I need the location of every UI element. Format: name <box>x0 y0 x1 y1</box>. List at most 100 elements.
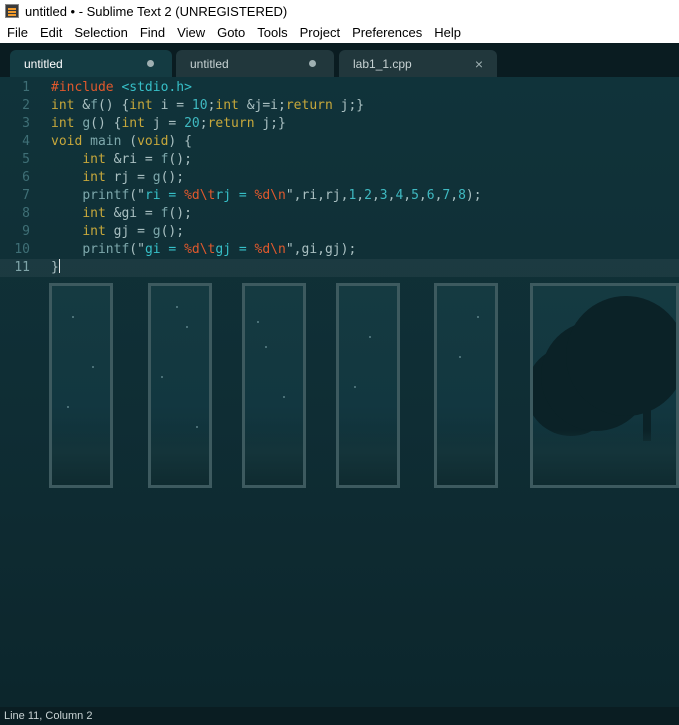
code-token: 5 <box>411 188 419 203</box>
code-line[interactable]: } <box>51 259 60 277</box>
menu-bar: File Edit Selection Find View Goto Tools… <box>0 22 679 43</box>
code-token: main <box>90 134 122 149</box>
close-icon[interactable]: × <box>475 56 483 72</box>
editor-area[interactable]: 1 2 3 4 5 6 7 8 9 10 11 #include <stdio.h> int &f()… <box>0 77 679 707</box>
code-token: rj = <box>105 170 153 185</box>
modified-dot-icon[interactable] <box>309 60 316 67</box>
code-token: printf <box>82 242 130 257</box>
tab-untitled-2[interactable]: untitled <box>176 50 334 77</box>
code-token: &gi = <box>105 206 161 221</box>
tree-icon <box>566 296 676 416</box>
code-token: ri = <box>144 188 185 203</box>
status-bar: Line 11, Column 2 <box>0 707 679 725</box>
title-bar: untitled • - Sublime Text 2 (UNREGISTERE… <box>0 0 679 22</box>
wallpaper-panel <box>49 283 113 488</box>
code-token: gi = <box>144 242 185 257</box>
menu-tools[interactable]: Tools <box>251 22 293 43</box>
wallpaper-panel <box>434 283 498 488</box>
code-token: return <box>285 98 333 113</box>
code-token: 8 <box>458 188 466 203</box>
line-number: 1 <box>22 80 30 95</box>
line-number: 7 <box>22 188 30 203</box>
line-number: 10 <box>14 242 30 257</box>
line-number: 8 <box>22 206 30 221</box>
tab-label: lab1_1.cpp <box>353 56 412 71</box>
menu-file[interactable]: File <box>0 22 34 43</box>
tab-lab1-1-cpp[interactable]: lab1_1.cpp × <box>339 50 497 77</box>
code-token: & <box>74 98 91 113</box>
code-token: ",ri,rj, <box>285 188 349 203</box>
line-number: 9 <box>22 224 30 239</box>
menu-find[interactable]: Find <box>134 22 171 43</box>
code-token: int <box>51 116 75 131</box>
window-title: untitled • - Sublime Text 2 (UNREGISTERE… <box>25 3 288 19</box>
code-token: (); <box>160 170 185 185</box>
code-token: f <box>90 98 98 113</box>
line-number: 2 <box>22 98 30 113</box>
code-token: () { <box>90 116 122 131</box>
code-token: ( <box>121 134 138 149</box>
code-line[interactable]: printf("ri = %d\trj = %d\n",ri,rj,1,2,3,… <box>51 187 481 205</box>
text-cursor <box>58 259 60 273</box>
code-line[interactable]: int g() {int j = 20;return j;} <box>51 115 286 133</box>
code-token: rj = <box>215 188 255 203</box>
code-line[interactable]: void main (void) { <box>51 133 192 151</box>
wallpaper-panel <box>336 283 400 488</box>
code-token: , <box>356 188 365 203</box>
menu-selection[interactable]: Selection <box>68 22 133 43</box>
code-line[interactable]: printf("gi = %d\tgj = %d\n",gi,gj); <box>51 241 356 259</box>
code-token: int <box>82 170 106 185</box>
code-token: g <box>152 224 161 239</box>
code-token: (); <box>160 224 185 239</box>
code-token: (" <box>129 242 145 257</box>
code-token: return <box>207 116 255 131</box>
code-line[interactable]: #include <stdio.h> <box>51 79 192 97</box>
menu-view[interactable]: View <box>171 22 211 43</box>
code-token: ",gi,gj); <box>285 242 357 257</box>
code-token: %d\t <box>184 242 216 257</box>
code-token: &j=i; <box>238 98 286 113</box>
line-number: 5 <box>22 152 30 167</box>
wallpaper-panel <box>148 283 212 488</box>
code-line[interactable]: int rj = g(); <box>51 169 184 187</box>
code-line[interactable]: int gj = g(); <box>51 223 184 241</box>
tab-strip: untitled untitled lab1_1.cpp × <box>0 43 679 77</box>
code-line[interactable]: int &f() {int i = 10;int &j=i;return j;} <box>51 97 364 115</box>
modified-dot-icon[interactable] <box>147 60 154 67</box>
code-token: int <box>82 224 106 239</box>
line-number: 4 <box>22 134 30 149</box>
code-line[interactable]: int &ri = f(); <box>51 151 192 169</box>
code-token: 20 <box>184 116 200 131</box>
code-token: int <box>51 98 75 113</box>
sublime-text-icon <box>5 4 19 18</box>
code-token: %d\n <box>254 188 286 203</box>
line-number-gutter: 1 2 3 4 5 6 7 8 9 10 11 <box>0 77 42 707</box>
code-token: (); <box>168 152 192 167</box>
code-line[interactable]: int &gi = f(); <box>51 205 192 223</box>
code-token: , <box>371 188 380 203</box>
menu-edit[interactable]: Edit <box>34 22 68 43</box>
code-token: , <box>418 188 427 203</box>
menu-project[interactable]: Project <box>294 22 346 43</box>
tab-untitled-1[interactable]: untitled <box>10 50 172 77</box>
code-token: int <box>215 98 239 113</box>
code-token: j;} <box>332 98 365 113</box>
code-token: ; <box>199 116 208 131</box>
code-token: gj = <box>105 224 153 239</box>
code-token: g <box>82 116 91 131</box>
menu-preferences[interactable]: Preferences <box>346 22 428 43</box>
menu-help[interactable]: Help <box>428 22 467 43</box>
code-token: j = <box>144 116 185 131</box>
code-token: , <box>450 188 459 203</box>
wallpaper-panel <box>242 283 306 488</box>
code-token: &ri = <box>105 152 161 167</box>
code-token: 3 <box>379 188 388 203</box>
code-token: (); <box>168 206 192 221</box>
menu-goto[interactable]: Goto <box>211 22 251 43</box>
